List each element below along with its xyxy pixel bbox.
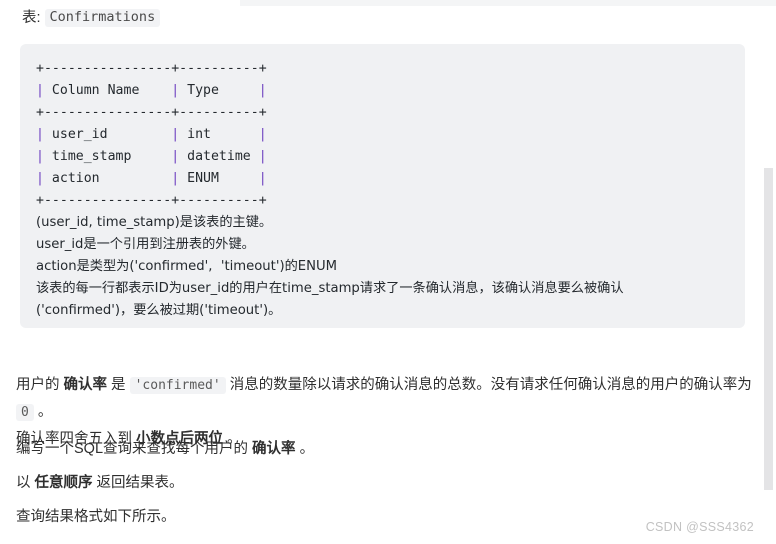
code-line: | user_id | int | — [36, 127, 267, 142]
table-caption-label: 表: — [22, 9, 41, 26]
paragraph-rate-definition: 用户的 确认率 是 'confirmed' 消息的数量除以请求的确认消息的总数。… — [16, 372, 760, 426]
text-fragment: 。 — [33, 404, 53, 420]
text-fragment: 用户的 — [16, 377, 64, 393]
term-confirmation-rate-2: 确认率 — [252, 441, 296, 457]
text-fragment: 以 — [16, 475, 35, 491]
code-line: | time_stamp | datetime | — [36, 149, 267, 164]
code-line: +----------------+----------+ — [36, 61, 267, 76]
text-fragment: 消息的数量除以请求的确认消息的总数。没有请求任何确认消息的用户的确认率为 — [225, 377, 752, 393]
schema-note: user_id是一个引用到注册表的外键。 — [36, 237, 255, 252]
zero-code-badge: 0 — [16, 404, 34, 421]
table-caption: 表: Confirmations — [22, 9, 161, 27]
code-line: +----------------+----------+ — [36, 193, 267, 208]
top-scrolled-strip — [240, 0, 776, 6]
text-fragment: 是 — [107, 377, 130, 393]
schema-code-block: +----------------+----------+ | Column N… — [20, 44, 745, 328]
paragraph-write-query: 编写一个SQL查询来查找每个用户的 确认率 。 — [16, 436, 760, 462]
code-line: | action | ENUM | — [36, 171, 267, 186]
scrollbar-thumb[interactable] — [764, 168, 773, 490]
schema-note: (user_id, time_stamp)是该表的主键。 — [36, 215, 273, 230]
schema-note: 该表的每一行都表示ID为user_id的用户在time_stamp请求了一条确认… — [36, 281, 624, 296]
text-fragment: 编写一个SQL查询来查找每个用户的 — [16, 441, 253, 457]
schema-note: action是类型为('confirmed', 'timeout')的ENUM — [36, 259, 338, 274]
paragraph-any-order: 以 任意顺序 返回结果表。 — [16, 470, 760, 496]
page-scrollbar[interactable] — [760, 0, 776, 544]
text-fragment: 。 — [295, 441, 315, 457]
table-name-code: Confirmations — [44, 9, 161, 27]
term-any-order: 任意顺序 — [34, 475, 93, 491]
term-confirmation-rate: 确认率 — [63, 377, 108, 393]
code-line: +----------------+----------+ — [36, 105, 267, 120]
paragraph-task: 编写一个SQL查询来查找每个用户的 确认率 。 — [16, 436, 760, 462]
confirmed-code-badge: 'confirmed' — [129, 377, 226, 394]
schema-note: ('confirmed')，要么被过期('timeout')。 — [36, 303, 282, 318]
csdn-watermark: CSDN @SSS4362 — [645, 520, 754, 534]
code-line: | Column Name | Type | — [36, 83, 267, 98]
paragraph-order: 以 任意顺序 返回结果表。 — [16, 470, 760, 496]
text-fragment: 返回结果表。 — [92, 475, 184, 491]
